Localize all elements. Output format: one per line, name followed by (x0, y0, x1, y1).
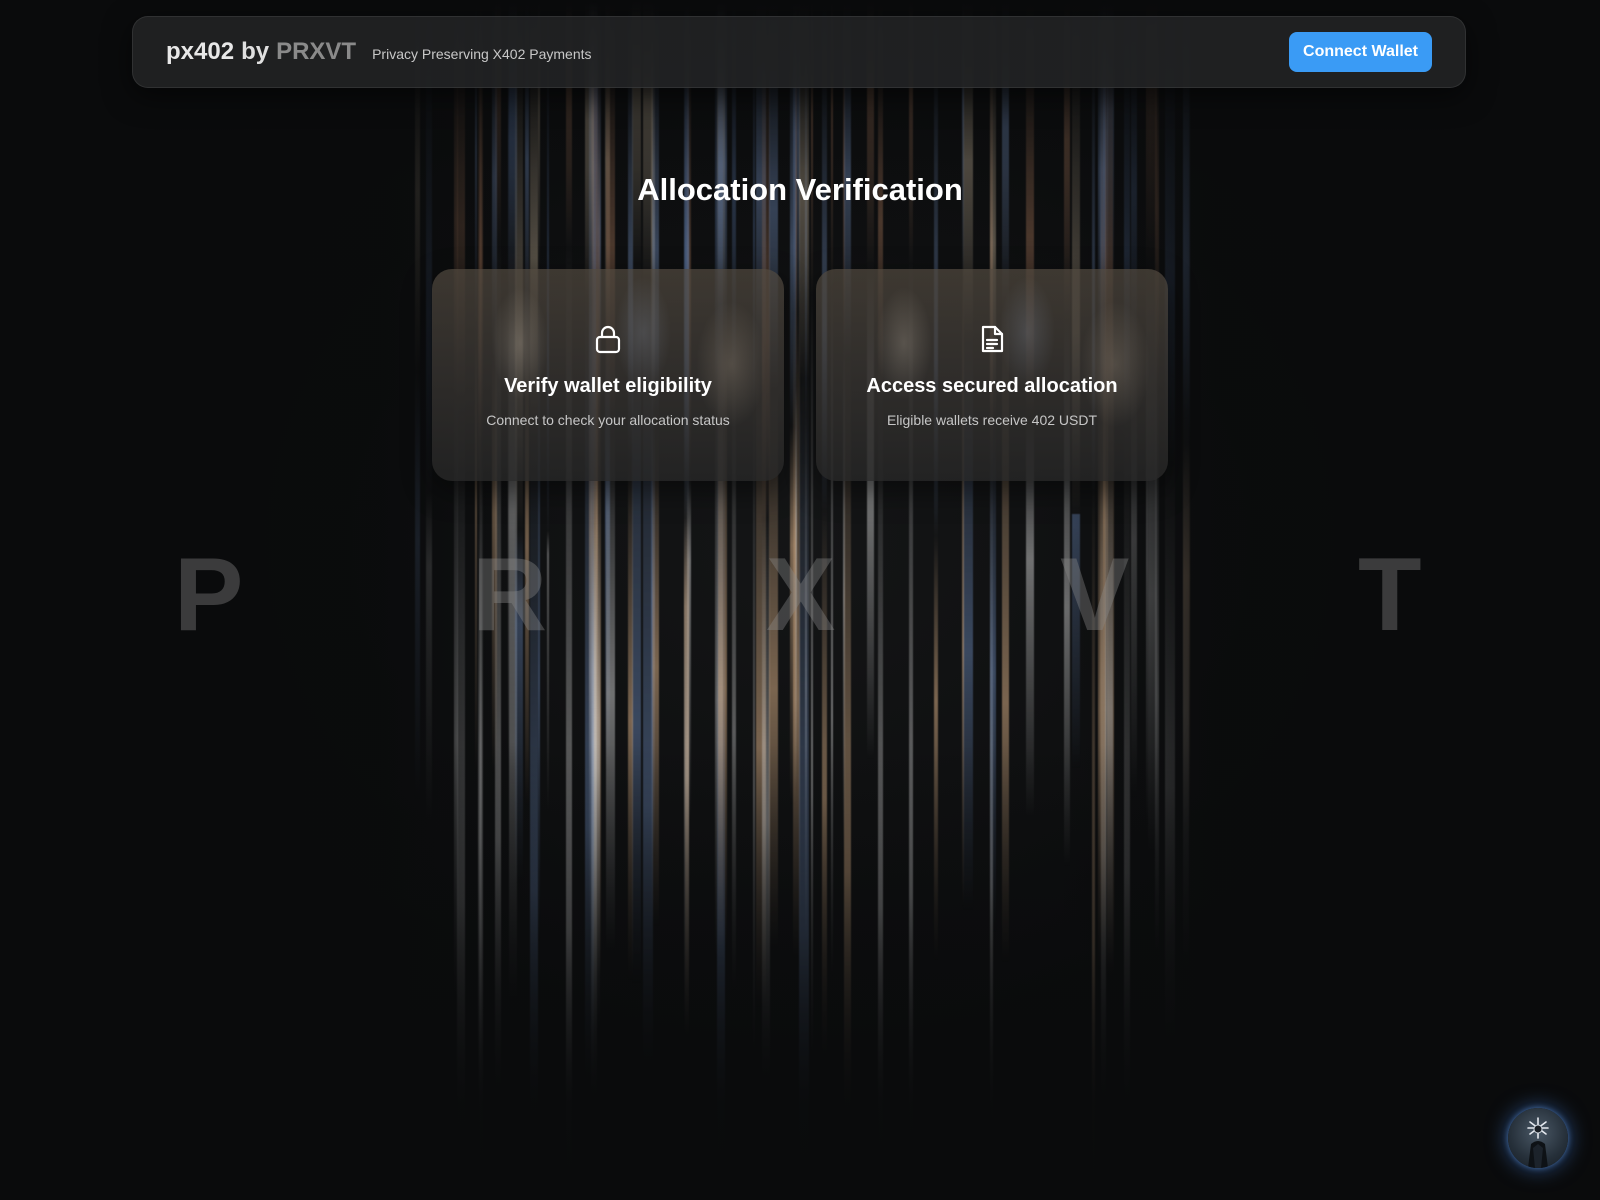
background-letter: T (1358, 537, 1422, 653)
lock-icon (595, 325, 621, 354)
brand-org: PRXVT (276, 38, 357, 65)
top-header: px402 by PRXVT Privacy Preserving X402 P… (132, 16, 1466, 88)
card-subtitle: Eligible wallets receive 402 USDT (886, 412, 1098, 428)
background-letter: X (766, 537, 836, 653)
connect-wallet-button[interactable]: Connect Wallet (1289, 32, 1432, 72)
brand[interactable]: px402 by PRXVT (166, 38, 356, 66)
background-letter: P (174, 537, 244, 653)
brand-name: px402 (166, 38, 235, 65)
card-title: Access secured allocation (866, 375, 1118, 397)
background-letters: P R X V T (0, 535, 1600, 655)
avatar-icon (1527, 1117, 1549, 1168)
page: P R X V T px402 by PRXVT Privacy Preserv… (0, 0, 1600, 1200)
brand-by: by (241, 38, 270, 65)
card-subtitle: Connect to check your allocation status (486, 412, 730, 428)
tagline: Privacy Preserving X402 Payments (372, 46, 592, 62)
avatar-fab-button[interactable] (1508, 1108, 1568, 1168)
page-title: Allocation Verification (637, 172, 963, 207)
background-letter: V (1060, 537, 1130, 653)
document-icon (981, 325, 1004, 353)
card-access-allocation[interactable]: Access secured allocation Eligible walle… (816, 269, 1168, 481)
card-title: Verify wallet eligibility (504, 375, 712, 397)
card-verify-eligibility[interactable]: Verify wallet eligibility Connect to che… (432, 269, 784, 481)
background-letter: R (472, 537, 548, 653)
